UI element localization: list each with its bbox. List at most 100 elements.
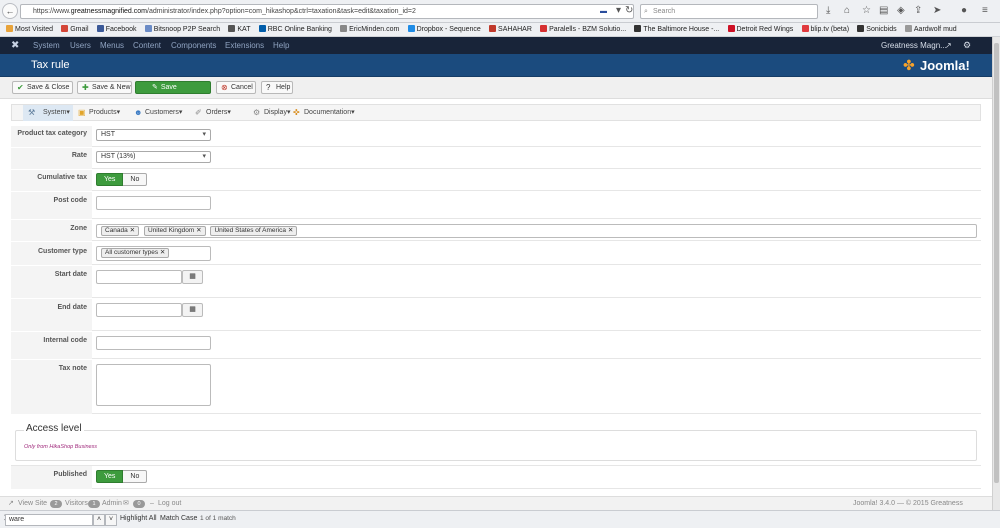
zone-chip[interactable]: United Kingdom ✕	[144, 226, 206, 236]
post-code-input[interactable]	[96, 196, 211, 210]
hikashop-menu-products[interactable]: ▣ Products▾	[78, 105, 128, 121]
menu-icon[interactable]: ≡	[982, 5, 988, 17]
remove-chip-icon[interactable]: ✕	[130, 227, 135, 234]
bookmark-icon	[258, 25, 266, 32]
match-case-toggle[interactable]: Match Case	[160, 515, 197, 522]
start-date-calendar-button[interactable]: ▦	[182, 270, 203, 284]
zone-chip[interactable]: Canada ✕	[101, 226, 140, 236]
start-date-input[interactable]	[96, 270, 182, 284]
bookmark-star-icon[interactable]: ☆	[862, 5, 871, 17]
remove-chip-icon[interactable]: ✕	[196, 227, 201, 234]
internal-code-input[interactable]	[96, 336, 211, 350]
search-field[interactable]: ⌕ Search	[640, 4, 818, 19]
bookmark-icon	[634, 25, 642, 32]
menu-menus[interactable]: Menus	[100, 37, 124, 54]
find-previous-button[interactable]: ˄	[93, 514, 105, 526]
bookmark-item[interactable]: EricMinden.com	[340, 23, 399, 36]
bookmark-item[interactable]: Detroit Red Wings	[727, 23, 793, 36]
zone-multiselect[interactable]: Canada ✕ United Kingdom ✕ United States …	[96, 224, 977, 238]
published-no[interactable]: No	[123, 470, 148, 483]
dropdown-arrow-icon[interactable]: ▾	[616, 5, 621, 17]
published-yes[interactable]: Yes	[96, 470, 124, 483]
zone-chip[interactable]: United States of America ✕	[210, 226, 298, 236]
hikashop-menu-system[interactable]: ⚒ System▾	[23, 105, 73, 121]
end-date-input[interactable]	[96, 303, 182, 317]
remove-chip-icon[interactable]: ✕	[160, 249, 165, 256]
bookmark-item[interactable]: SAHAHAR	[489, 23, 532, 36]
find-input[interactable]: ware	[5, 514, 93, 526]
rate-select[interactable]: HST (13%)	[96, 151, 211, 163]
products-icon: ▣	[78, 108, 86, 117]
title-bar: Tax rule ✤ Joomla!	[0, 54, 992, 77]
joomla-logo-icon[interactable]: ✖	[11, 40, 22, 51]
back-arrow-icon: ←	[5, 6, 15, 16]
addon-icon[interactable]: ◈	[897, 5, 905, 17]
bookmark-item[interactable]: Sonicbids	[857, 23, 897, 36]
bookmark-item[interactable]: Aardwolf mud	[904, 23, 957, 36]
reload-icon[interactable]: ↻	[625, 5, 633, 17]
joomla-brand-icon: ✤	[903, 57, 915, 73]
back-button[interactable]: ←	[2, 3, 18, 19]
send-icon[interactable]: ➤	[933, 5, 941, 17]
customers-icon: ☻	[134, 108, 143, 117]
menu-users[interactable]: Users	[70, 37, 91, 54]
bookmark-item[interactable]: Paralells - BZM Solutio...	[540, 23, 626, 36]
scrollbar-thumb[interactable]	[994, 43, 999, 483]
site-name-link[interactable]: Greatness Magn...	[881, 37, 947, 54]
bookmark-item[interactable]: KAT	[228, 23, 251, 36]
customer-type-multiselect[interactable]: All customer types ✕	[96, 246, 211, 261]
hikashop-menu-documentation[interactable]: ✜ Documentation▾	[293, 105, 373, 121]
bookmark-item[interactable]: The Baltimore House -...	[634, 23, 719, 36]
highlight-all-toggle[interactable]: Highlight All	[120, 515, 157, 522]
wrench-icon: ⚒	[28, 108, 36, 117]
bookmark-item[interactable]: blip.tv (beta)	[801, 23, 849, 36]
chevron-up-icon: ˄	[96, 516, 102, 523]
hikashop-menu-orders[interactable]: ✐ Orders▾	[195, 105, 240, 121]
cancel-button[interactable]: ⊗ Cancel	[216, 81, 256, 94]
menu-extensions[interactable]: Extensions	[225, 37, 264, 54]
save-close-button[interactable]: ✔ Save & Close	[12, 81, 73, 94]
visitors-label: Visitors	[65, 500, 88, 507]
hikashop-menu-display[interactable]: ⚙ Display▾	[253, 105, 298, 121]
bookmark-item[interactable]: RBC Online Banking	[258, 23, 332, 36]
cumulative-tax-yes[interactable]: Yes	[96, 173, 124, 186]
bookmark-item[interactable]: Bitsnoop P2P Search	[144, 23, 220, 36]
end-date-calendar-button[interactable]: ▦	[182, 303, 203, 317]
help-button[interactable]: ? Help	[261, 81, 293, 94]
menu-system[interactable]: System	[33, 37, 60, 54]
chat-icon[interactable]: ●	[961, 5, 967, 17]
bookmark-icon	[727, 25, 735, 32]
view-site-link[interactable]: View Site	[18, 497, 47, 510]
bookmark-item[interactable]: Gmail	[61, 23, 89, 36]
bookmark-item[interactable]: Most Visited	[6, 23, 53, 36]
bookmark-icon	[540, 25, 548, 32]
home-icon[interactable]: ⌂	[844, 5, 850, 17]
vertical-scrollbar[interactable]	[992, 37, 1000, 510]
url-field[interactable]: https://www.greatnessmagnified.com/admin…	[20, 4, 634, 19]
gear-icon[interactable]: ⚙	[963, 37, 971, 54]
bookmark-item[interactable]: Dropbox - Sequence	[407, 23, 481, 36]
messages-count-badge: 0	[133, 500, 145, 508]
share-icon[interactable]: ⇪	[914, 5, 922, 17]
save-button[interactable]: ✎ Save	[135, 81, 211, 94]
customer-type-chip[interactable]: All customer types ✕	[101, 248, 170, 258]
us-flag-icon: ▬	[600, 8, 607, 15]
menu-components[interactable]: Components	[171, 37, 216, 54]
menu-help[interactable]: Help	[273, 37, 289, 54]
minus-icon: –	[150, 500, 154, 507]
post-code-label: Post code	[11, 192, 92, 219]
bookmark-item[interactable]: Facebook	[96, 23, 137, 36]
hikashop-menu-customers[interactable]: ☻ Customers▾	[134, 105, 194, 121]
clipboard-icon[interactable]: ▤	[879, 5, 888, 17]
external-link-icon[interactable]: ↗	[945, 37, 952, 54]
cumulative-tax-no[interactable]: No	[123, 173, 148, 186]
product-tax-category-select[interactable]: HST	[96, 129, 211, 141]
save-new-button[interactable]: ✚ Save & New	[77, 81, 132, 94]
logout-link[interactable]: Log out	[158, 497, 181, 510]
remove-chip-icon[interactable]: ✕	[288, 227, 293, 234]
bookmark-icon	[904, 25, 912, 32]
download-icon[interactable]: ⤓	[826, 5, 830, 17]
find-next-button[interactable]: ˅	[105, 514, 117, 526]
menu-content[interactable]: Content	[133, 37, 161, 54]
tax-note-textarea[interactable]	[96, 364, 211, 406]
